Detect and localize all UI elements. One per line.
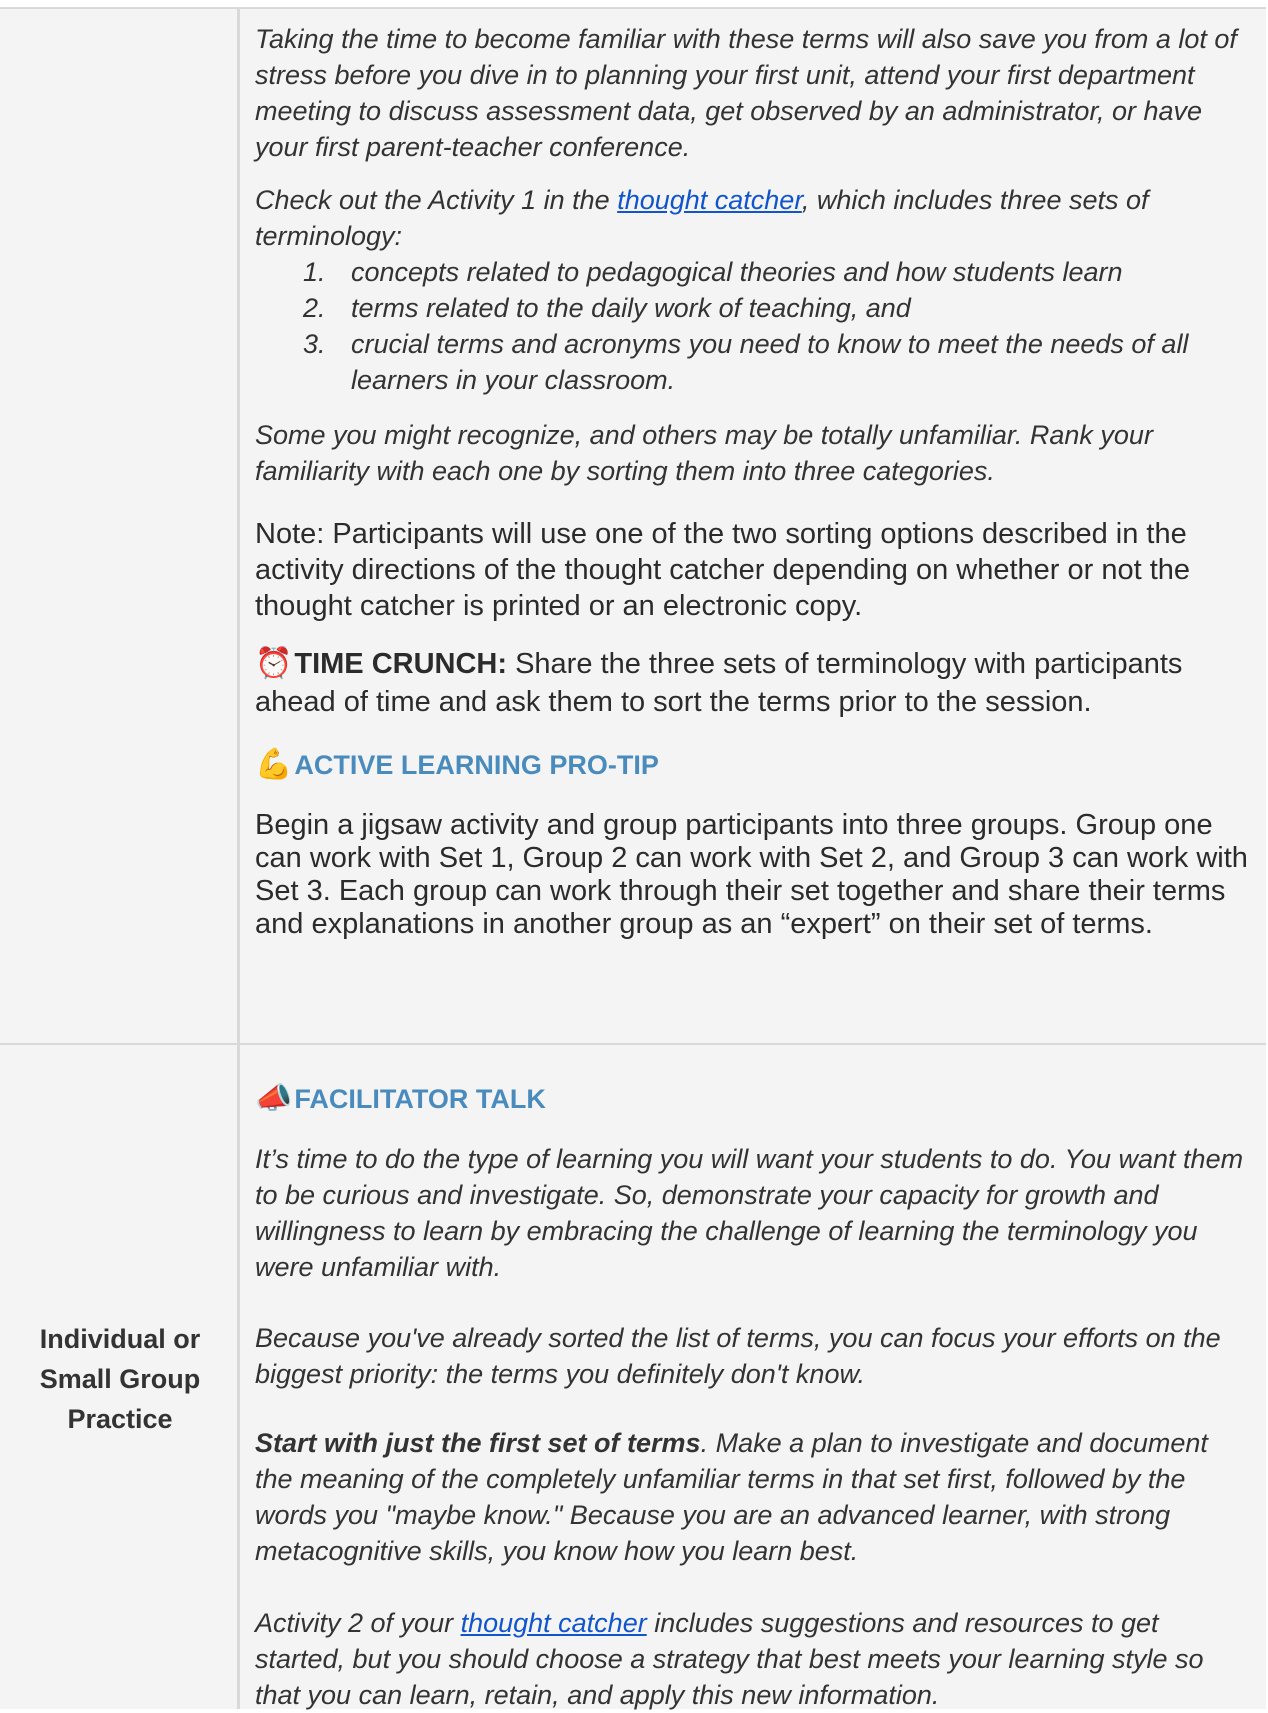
- facilitator-paragraph-4: Activity 2 of your thought catcher inclu…: [255, 1605, 1248, 1713]
- protip-paragraph: Begin a jigsaw activity and group partic…: [255, 809, 1248, 940]
- protip-heading-block: 💪 ACTIVE LEARNING PRO-TIP: [255, 747, 1248, 783]
- table-row: Taking the time to become familiar with …: [0, 9, 1266, 1045]
- list-item: 2. terms related to the daily work of tea…: [255, 290, 1248, 326]
- activity-1-text: Check out the Activity 1 in the: [255, 185, 618, 215]
- activity-1-paragraph: Check out the Activity 1 in the thought …: [255, 182, 1248, 254]
- list-number: 1.: [303, 257, 326, 287]
- ranking-block: Some you might recognize, and others may…: [255, 417, 1248, 489]
- ranking-paragraph: Some you might recognize, and others may…: [255, 420, 1153, 486]
- intro-paragraph: Taking the time to become familiar with …: [255, 21, 1248, 165]
- row-content-cell: Taking the time to become familiar with …: [240, 9, 1266, 1043]
- first-set-emphasis: Start with just the first set of terms: [255, 1428, 701, 1458]
- protip-body-block: Begin a jigsaw activity and group partic…: [255, 809, 1248, 941]
- activity-1-block: Check out the Activity 1 in the thought …: [255, 182, 1248, 398]
- list-number: 3.: [303, 329, 326, 359]
- list-item: 1. concepts related to pedagogical theori…: [255, 254, 1248, 290]
- terminology-list: 1. concepts related to pedagogical theori…: [255, 254, 1248, 398]
- familiarity-paragraph: Taking the time to become familiar with …: [255, 24, 1237, 162]
- row-label: Individual or Small Group Practice: [39, 1324, 201, 1434]
- row-label-cell: [0, 9, 240, 1043]
- time-crunch-paragraph: ⏰TIME CRUNCH: Share the three sets of te…: [255, 645, 1248, 721]
- lesson-table: Taking the time to become familiar with …: [0, 7, 1266, 1710]
- time-crunch-block: ⏰TIME CRUNCH: Share the three sets of te…: [255, 645, 1248, 721]
- facilitator-para-2-block: Because you've already sorted the list o…: [255, 1320, 1248, 1392]
- facilitator-para-3-block: Start with just the first set of terms. …: [255, 1425, 1248, 1569]
- megaphone-icon: 📣: [255, 1081, 293, 1116]
- list-text: crucial terms and acronyms you need to k…: [351, 329, 1189, 395]
- facilitator-paragraph-1: It’s time to do the type of learning you…: [255, 1144, 1244, 1282]
- note-paragraph: Note: Participants will use one of the t…: [255, 518, 1191, 622]
- time-crunch-label: TIME CRUNCH:: [294, 648, 508, 680]
- protip-heading: 💪 ACTIVE LEARNING PRO-TIP: [255, 747, 1248, 783]
- facilitator-paragraph-2: Because you've already sorted the list o…: [255, 1323, 1221, 1389]
- facilitator-para-4-block: Activity 2 of your thought catcher inclu…: [255, 1605, 1248, 1713]
- list-number: 2.: [303, 293, 326, 323]
- protip-heading-text: ACTIVE LEARNING PRO-TIP: [294, 750, 659, 780]
- flexed-biceps-icon: 💪: [255, 747, 293, 782]
- note-block: Note: Participants will use one of the t…: [255, 516, 1248, 624]
- list-text: concepts related to pedagogical theories…: [351, 257, 1123, 287]
- row-label-cell: Individual or Small Group Practice: [0, 1045, 240, 1709]
- activity-2-text: Activity 2 of your: [255, 1608, 461, 1638]
- facilitator-heading-text: FACILITATOR TALK: [294, 1084, 546, 1114]
- facilitator-heading-block: 📣 FACILITATOR TALK: [255, 1081, 1248, 1117]
- list-text: terms related to the daily work of teach…: [351, 293, 911, 323]
- list-item: 3. crucial terms and acronyms you need to…: [255, 326, 1248, 398]
- thought-catcher-link[interactable]: thought catcher: [617, 185, 802, 215]
- facilitator-para-1-block: It’s time to do the type of learning you…: [255, 1141, 1248, 1285]
- alarm-clock-icon: ⏰: [255, 646, 293, 681]
- row-content-cell: 📣 FACILITATOR TALK It’s time to do the ty…: [240, 1045, 1266, 1710]
- table-row: Individual or Small Group Practice 📣 FACI…: [0, 1045, 1266, 1710]
- facilitator-paragraph-3: Start with just the first set of terms. …: [255, 1425, 1248, 1569]
- thought-catcher-link[interactable]: thought catcher: [461, 1608, 647, 1638]
- facilitator-heading: 📣 FACILITATOR TALK: [255, 1081, 1248, 1117]
